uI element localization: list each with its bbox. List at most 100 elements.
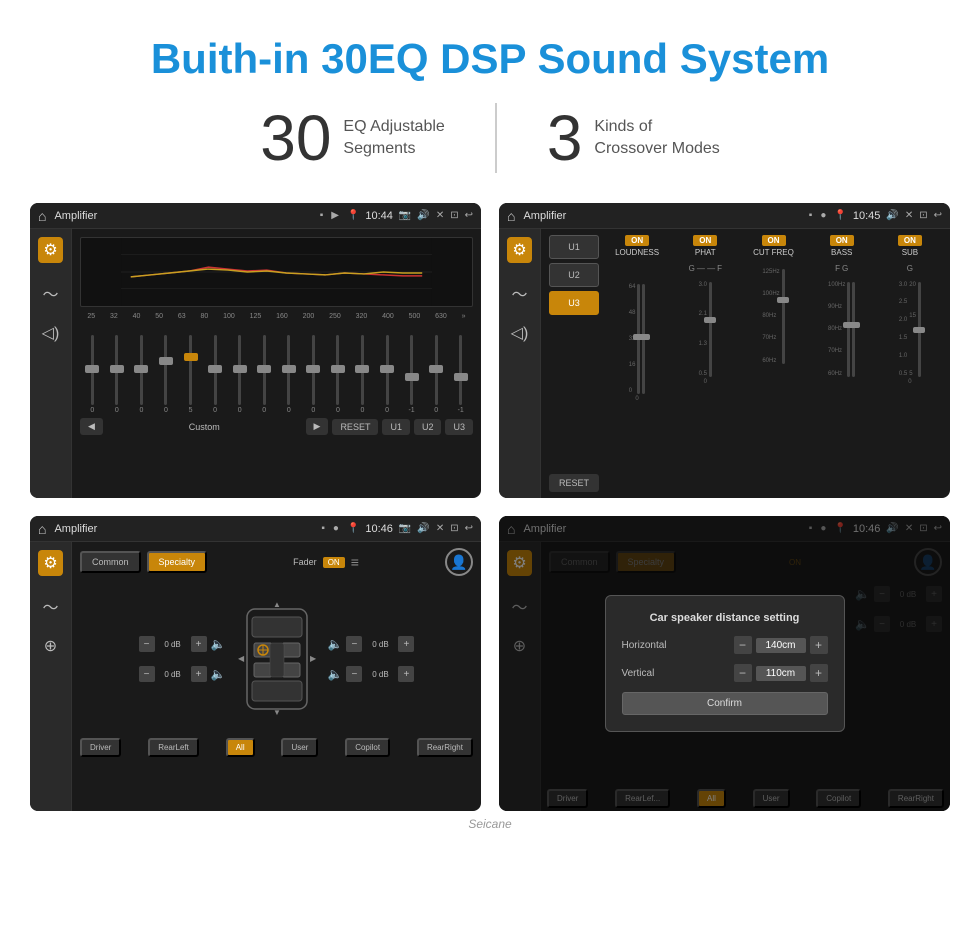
horizontal-plus-btn[interactable]: + [810,636,828,654]
rl-minus[interactable]: − [139,666,155,682]
fl-minus[interactable]: − [139,636,155,652]
eq-slider-6: 0 [230,335,250,414]
fr-plus[interactable]: + [398,636,414,652]
spec-common-btn[interactable]: Common [80,551,141,573]
freq-100: 100 [223,313,235,320]
wave-icon3[interactable]: 〜 [42,594,58,618]
screen2-body: ⚙ 〜 ◁) U1 U2 U3 RESET [499,229,950,498]
eq-icon2[interactable]: ⚙ [507,237,531,263]
stat-crossover-modes: 3 Kinds of Crossover Modes [497,106,770,170]
modal-title: Car speaker distance setting [622,612,828,624]
spec-fader-on: ON [323,557,345,568]
close-icon2[interactable]: ✕ [905,210,913,221]
window-icon3[interactable]: ⊡ [450,523,458,534]
vertical-plus-btn[interactable]: + [810,664,828,682]
eq-reset-btn[interactable]: RESET [332,419,378,435]
back-icon[interactable]: ↩ [465,210,473,221]
spec-copilot-btn[interactable]: Copilot [345,738,390,757]
screen-specialty: ⌂ Amplifier ▪ ● 📍 10:46 📷 🔊 ✕ ⊡ ↩ ⚙ 〜 [30,516,481,811]
window-icon[interactable]: ⊡ [450,210,458,221]
cx-loudness-label: LOUDNESS [615,248,659,258]
close-icon[interactable]: ✕ [436,210,444,221]
eq-sliders: 0 0 0 0 [80,324,473,414]
record-icon: ▪ [320,210,324,221]
cx-u2-btn[interactable]: U2 [549,263,599,287]
eq-play-btn[interactable]: ▶ [306,418,329,435]
svg-text:◀: ◀ [238,654,245,663]
stat1-desc-line1: EQ Adjustable [343,116,444,138]
window-icon2[interactable]: ⊡ [919,210,927,221]
car-svg: ▲ ▼ ◀ ▶ [232,599,322,719]
volume-icon2: 🔊 [886,210,898,221]
play-icon[interactable]: ▶ [331,210,339,221]
eq-slider-7: 0 [254,335,274,414]
spec-user-btn[interactable]: User [281,738,318,757]
eq-u3-btn[interactable]: U3 [445,419,473,435]
cx-bass-channel: ON BASS F G 100Hz 90Hz 80Hz [810,235,874,492]
eq-back-btn[interactable]: ◀ [80,418,103,435]
person-icon: 👤 [445,548,473,576]
volume-left-icon2[interactable]: ◁) [511,323,529,343]
vertical-minus-btn[interactable]: − [734,664,752,682]
cx-reset-btn[interactable]: RESET [549,474,599,492]
home-icon2[interactable]: ⌂ [507,208,515,224]
screen3-title: Amplifier [54,523,313,535]
speaker-layout-area: − 0 dB + 🔈 − 0 dB + 🔈 [80,584,473,734]
wave-icon2[interactable]: 〜 [511,281,527,305]
eq-icon[interactable]: ⚙ [38,237,62,263]
screen3-topbar: ⌂ Amplifier ▪ ● 📍 10:46 📷 🔊 ✕ ⊡ ↩ [30,516,481,542]
spec-top-row: Common Specialty Fader ON ≡ 👤 [80,548,473,576]
eq-freq-labels: 25 32 40 50 63 80 100 125 160 200 250 32… [80,313,473,320]
eq-custom-label: Custom [107,422,302,432]
rr-minus[interactable]: − [346,666,362,682]
eq-graph [80,237,473,307]
cx-bass-on: ON [830,235,854,246]
spec-driver-btn[interactable]: Driver [80,738,121,757]
eq-slider-11: 0 [352,335,372,414]
cx-cutfreq-channel: ON CUT FREQ 125Hz 100Hz 80Hz 70Hz 60Hz [741,235,805,492]
cx-u1-btn[interactable]: U1 [549,235,599,259]
fl-plus[interactable]: + [191,636,207,652]
fl-db: 0 dB [159,640,187,649]
screen3-time: 10:46 [365,523,393,535]
close-icon3[interactable]: ✕ [436,523,444,534]
spec-rear-left-btn[interactable]: RearLeft [148,738,199,757]
volume-left-icon[interactable]: ◁) [42,323,60,343]
eq-slider-9: 0 [303,335,323,414]
stat2-desc-line1: Kinds of [594,116,719,138]
screen-eq: ⌂ Amplifier ▪ ▶ 📍 10:44 📷 🔊 ✕ ⊡ ↩ ⚙ 〜 [30,203,481,498]
screen2-time: 10:45 [853,210,881,222]
rr-plus[interactable]: + [398,666,414,682]
horizontal-value: 140cm [756,638,806,653]
back-icon2[interactable]: ↩ [934,210,942,221]
spec-bottom-btns: Driver RearLeft All User Copilot RearRig… [80,738,473,757]
spec-all-btn[interactable]: All [226,738,255,757]
stat1-desc-line2: Segments [343,138,444,160]
eq-u2-btn[interactable]: U2 [414,419,442,435]
eq-icon3[interactable]: ⚙ [38,550,62,576]
bt-icon3[interactable]: ⊕ [44,636,57,656]
cx-loudness-channel: ON LOUDNESS 64 48 32 16 0 [605,235,669,492]
screen1-sidebar: ⚙ 〜 ◁) [30,229,72,498]
wave-icon[interactable]: 〜 [42,281,58,305]
camera-icon: 📷 [399,210,411,221]
eq-slider-4: 5 [181,335,201,414]
fr-minus[interactable]: − [346,636,362,652]
rl-plus[interactable]: + [191,666,207,682]
fr-db: 0 dB [366,640,394,649]
home-icon[interactable]: ⌂ [38,208,46,224]
horizontal-minus-btn[interactable]: − [734,636,752,654]
confirm-button[interactable]: Confirm [622,692,828,715]
rear-right-ctrl: 🔈 − 0 dB + [328,666,415,682]
eq-u1-btn[interactable]: U1 [382,419,410,435]
cx-u3-btn[interactable]: U3 [549,291,599,315]
screen1-topbar: ⌂ Amplifier ▪ ▶ 📍 10:44 📷 🔊 ✕ ⊡ ↩ [30,203,481,229]
modal-horizontal-label: Horizontal [622,640,682,651]
back-icon3[interactable]: ↩ [465,523,473,534]
spec-specialty-btn[interactable]: Specialty [147,551,208,573]
volume-icon: 🔊 [417,210,429,221]
home-icon3[interactable]: ⌂ [38,521,46,537]
screen3-icons: 📍 10:46 📷 🔊 ✕ ⊡ ↩ [347,523,473,535]
screen2-title: Amplifier [523,210,800,222]
spec-rear-right-btn[interactable]: RearRight [417,738,473,757]
